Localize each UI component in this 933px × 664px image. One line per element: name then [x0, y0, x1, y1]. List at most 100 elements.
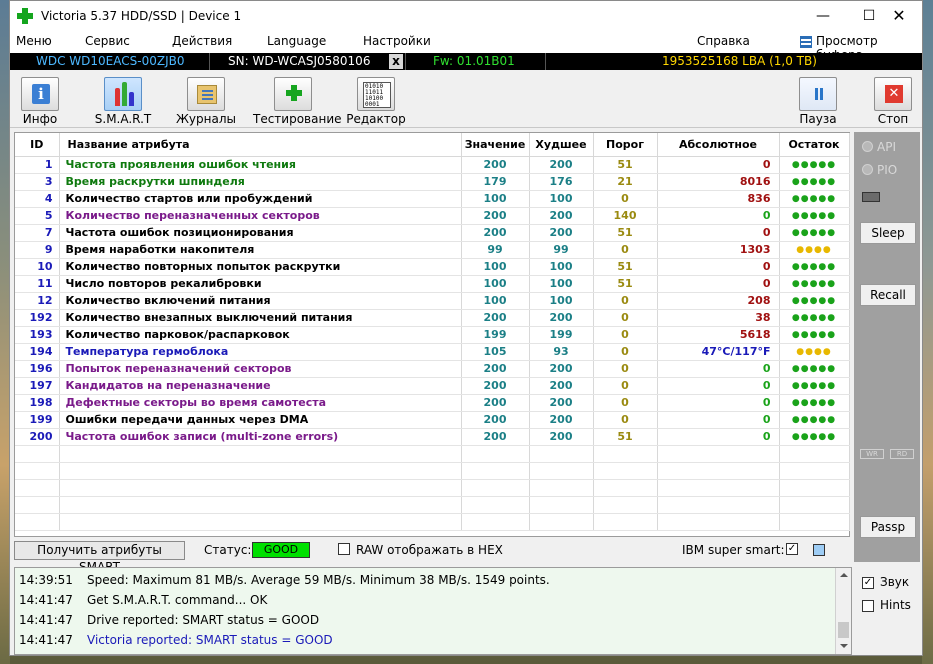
attr-absolute: 0 — [657, 394, 780, 412]
attr-absolute: 0 — [657, 258, 780, 276]
sound-label: Звук — [880, 575, 910, 589]
editor-button[interactable]: 01010 11011 10100 0001 Редактор — [336, 74, 416, 128]
ibm-super-smart-checkbox[interactable]: ✓ — [786, 543, 798, 555]
log-scrollbar[interactable] — [835, 568, 851, 654]
testing-button[interactable]: Тестирование — [253, 74, 342, 128]
attr-name: Количество парковок/распарковок — [59, 326, 462, 344]
drive-close-button[interactable]: x — [389, 54, 403, 69]
hints-checkbox[interactable] — [862, 600, 874, 612]
attr-health-dots: ●●●●● — [779, 190, 850, 208]
first-aid-plus-icon — [286, 85, 302, 101]
table-row[interactable]: 12 Количество включений питания 100 100 0 208… — [15, 292, 850, 310]
menu-service[interactable]: Сервис — [85, 34, 130, 48]
close-button[interactable]: ✕ — [876, 1, 922, 31]
table-row[interactable]: 1 Частота проявления ошибок чтения 200 200 5… — [15, 156, 850, 174]
header-value[interactable]: Значение — [461, 133, 530, 157]
info-button[interactable]: i Инфо — [0, 74, 80, 128]
attr-name: Попыток переназначений секторов — [59, 360, 462, 378]
attr-value: 105 — [461, 343, 530, 361]
passp-button[interactable]: Passp — [860, 516, 916, 538]
menu-settings[interactable]: Настройки — [363, 34, 431, 48]
drive-model[interactable]: WDC WD10EACS-00ZJB0 — [36, 54, 184, 69]
table-row[interactable]: 5 Количество переназначенных секторов 200 2… — [15, 207, 850, 225]
attr-worst: 200 — [529, 207, 594, 225]
table-row[interactable]: 10 Количество повторных попыток раскрутки… — [15, 258, 850, 276]
table-row[interactable]: 200 Частота ошибок записи (multi-zone err… — [15, 428, 850, 446]
menu-language[interactable]: Language — [267, 34, 326, 48]
scroll-down-icon[interactable] — [840, 644, 848, 648]
empty-cell — [779, 496, 850, 514]
pause-button[interactable]: Пауза — [778, 74, 858, 128]
menu-help[interactable]: Справка — [697, 34, 750, 48]
attr-threshold: 21 — [593, 173, 658, 191]
attr-id: 12 — [15, 292, 60, 310]
color-indicator[interactable] — [813, 544, 825, 556]
sleep-button[interactable]: Sleep — [860, 222, 916, 244]
attr-worst: 200 — [529, 360, 594, 378]
attr-absolute: 0 — [657, 377, 780, 395]
table-row[interactable]: 193 Количество парковок/распарковок 199 199… — [15, 326, 850, 344]
header-worst[interactable]: Худшее — [529, 133, 594, 157]
table-row[interactable]: 9 Время наработки накопителя 99 99 0 1303 ●●●● — [15, 241, 850, 259]
sound-checkbox[interactable]: ✓ — [862, 577, 874, 589]
status-badge: GOOD — [252, 542, 310, 558]
smart-button[interactable]: S.M.A.R.T — [83, 74, 163, 128]
table-row[interactable]: 3 Время раскрутки шпинделя 179 176 21 8016 ●●●… — [15, 173, 850, 191]
attr-id: 193 — [15, 326, 60, 344]
empty-table-row — [15, 462, 850, 480]
empty-cell — [779, 462, 850, 480]
menu-actions[interactable]: Действия — [172, 34, 232, 48]
wr-indicator: WR — [860, 449, 884, 459]
menu-main[interactable]: Меню — [16, 34, 52, 48]
table-row[interactable]: 198 Дефектные секторы во время самотеста 2… — [15, 394, 850, 412]
header-absolute[interactable]: Абсолютное — [657, 133, 780, 157]
device-led-indicator — [862, 192, 880, 202]
attr-worst: 200 — [529, 309, 594, 327]
header-name[interactable]: Название атрибута — [59, 133, 462, 157]
table-row[interactable]: 199 Ошибки передачи данных через DMA 200 20… — [15, 411, 850, 429]
empty-cell — [529, 479, 594, 497]
empty-cell — [593, 496, 658, 514]
attr-absolute: 38 — [657, 309, 780, 327]
attr-worst: 199 — [529, 326, 594, 344]
attr-health-dots: ●●●●● — [779, 224, 850, 242]
api-radio[interactable]: API — [862, 140, 896, 154]
scroll-up-icon[interactable] — [840, 573, 848, 577]
divider — [545, 53, 546, 70]
header-remaining[interactable]: Остаток — [779, 133, 850, 157]
status-row: Получить атрибуты SMART Статус: GOOD RAW… — [14, 539, 854, 574]
pio-label: PIO — [877, 163, 898, 177]
table-row[interactable]: 11 Число повторов рекалибровки 100 100 51 0 ●●… — [15, 275, 850, 293]
attr-worst: 100 — [529, 275, 594, 293]
stop-button[interactable]: ✕ Стоп — [853, 74, 933, 128]
header-id[interactable]: ID — [15, 133, 60, 157]
attr-worst: 200 — [529, 411, 594, 429]
drive-serial: SN: WD-WCASJ0580106 — [228, 54, 371, 68]
empty-cell — [15, 479, 60, 497]
get-smart-button[interactable]: Получить атрибуты SMART — [14, 541, 185, 574]
minimize-button[interactable]: — — [800, 1, 846, 31]
recall-button[interactable]: Recall — [860, 284, 916, 306]
raw-hex-checkbox[interactable] — [338, 543, 350, 555]
table-row[interactable]: 196 Попыток переназначений секторов 200 200… — [15, 360, 850, 378]
attr-health-dots: ●●●●● — [779, 394, 850, 412]
table-row[interactable]: 4 Количество стартов или пробуждений 100 10… — [15, 190, 850, 208]
header-threshold[interactable]: Порог — [593, 133, 658, 157]
table-header-row: ID Название атрибута Значение Худшее Пор… — [15, 133, 850, 157]
table-row[interactable]: 197 Кандидатов на переназначение 200 200 0 0 ●… — [15, 377, 850, 395]
journals-button[interactable]: Журналы — [166, 74, 246, 128]
drive-info-bar: WDC WD10EACS-00ZJB0 SN: WD-WCASJ0580106 … — [10, 53, 922, 70]
pio-radio[interactable]: PIO — [862, 163, 897, 177]
table-row[interactable]: 7 Частота ошибок позиционирования 200 200 51… — [15, 224, 850, 242]
empty-cell — [657, 462, 780, 480]
attr-value: 100 — [461, 258, 530, 276]
attr-value: 99 — [461, 241, 530, 259]
attr-value: 100 — [461, 275, 530, 293]
table-row[interactable]: 194 Температура гермоблока 105 93 0 47°C/117°… — [15, 343, 850, 361]
scroll-thumb[interactable] — [838, 622, 849, 638]
title-bar: Victoria 5.37 HDD/SSD | Device 1 — ☐ ✕ — [10, 1, 922, 31]
attr-name: Температура гермоблока — [59, 343, 462, 361]
empty-cell — [461, 496, 530, 514]
attr-name: Частота проявления ошибок чтения — [59, 156, 462, 174]
table-row[interactable]: 192 Количество внезапных выключений питан… — [15, 309, 850, 327]
